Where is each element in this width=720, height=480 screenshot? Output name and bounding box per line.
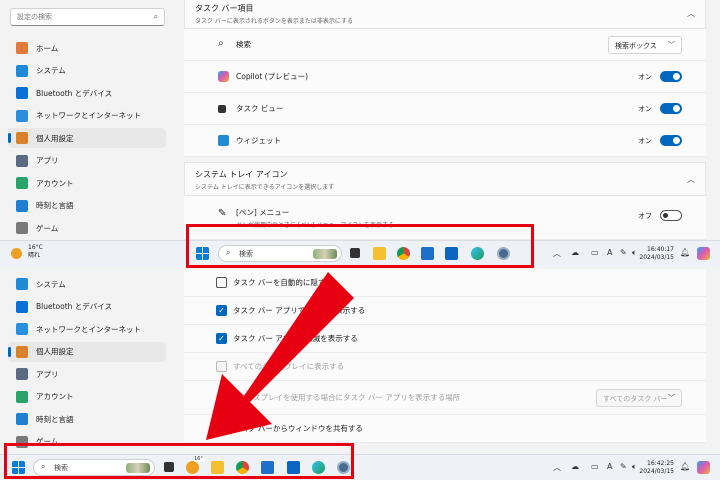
arrow-shape: [206, 272, 354, 440]
red-arrow-icon: [206, 272, 354, 440]
